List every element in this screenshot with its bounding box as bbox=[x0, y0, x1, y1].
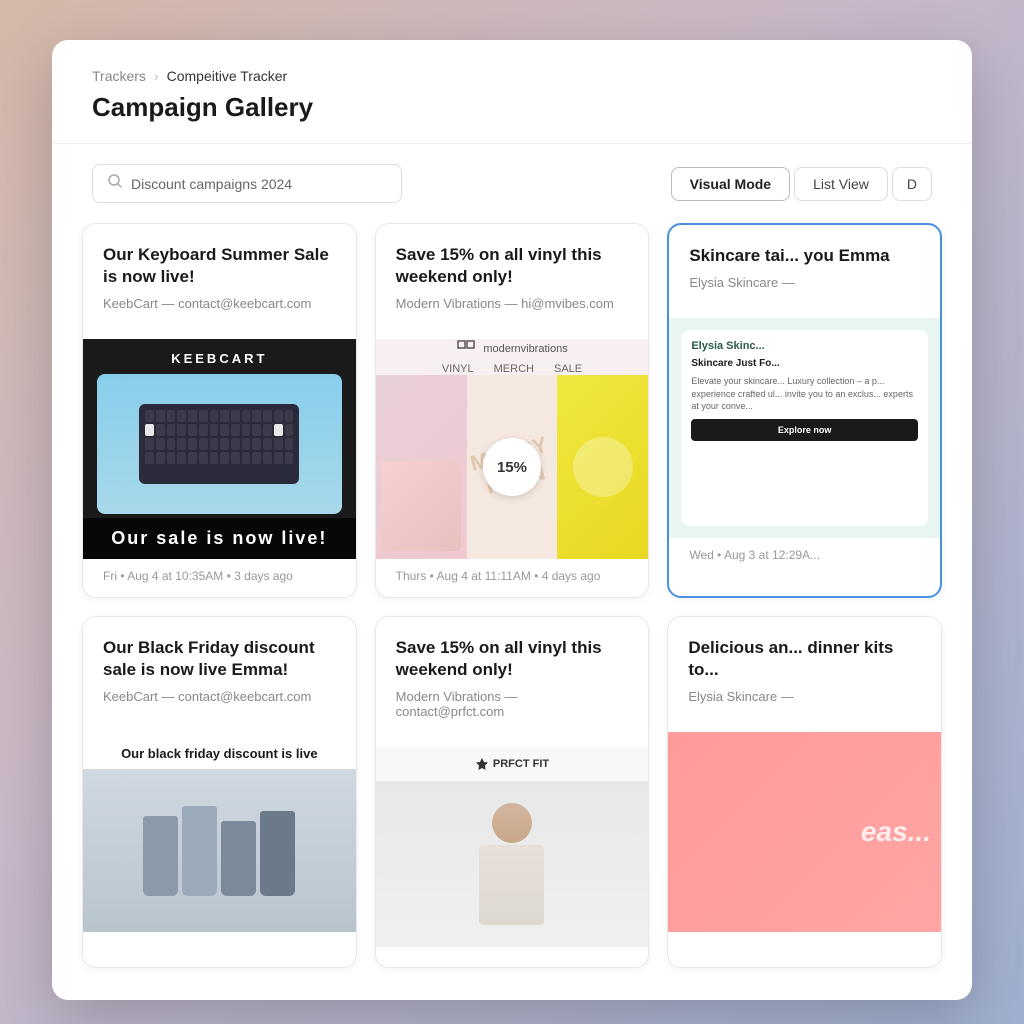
skincare-inner-card: Elysia Skinc... Skincare Just Fo... Elev… bbox=[681, 330, 928, 526]
bf-text-area: Our black friday discount is live bbox=[83, 732, 356, 769]
card-3-image: Elysia Skinc... Skincare Just Fo... Elev… bbox=[669, 318, 940, 538]
visual-mode-button[interactable]: Visual Mode bbox=[671, 167, 790, 201]
skincare-cta[interactable]: Explore now bbox=[691, 419, 918, 441]
card-6-image: eas... bbox=[668, 732, 941, 952]
card-5-sender: Modern Vibrations — contact@prfct.com bbox=[396, 689, 629, 719]
delicious-visual: eas... bbox=[668, 732, 941, 932]
skincare-body: Elevate your skincare... Luxury collecti… bbox=[691, 375, 918, 413]
header: Trackers › Compeitive Tracker Campaign G… bbox=[52, 40, 972, 144]
search-input[interactable] bbox=[131, 176, 387, 192]
breadcrumb: Trackers › Compeitive Tracker bbox=[92, 68, 932, 84]
skincare-brand: Elysia Skinc... bbox=[691, 340, 918, 352]
breadcrumb-current: Compeitive Tracker bbox=[167, 68, 288, 84]
vinyl-nav: VINYLMERCHSALE bbox=[442, 363, 582, 375]
card-2-body: Save 15% on all vinyl this weekend only!… bbox=[376, 224, 649, 339]
search-icon bbox=[107, 173, 123, 194]
card-4-body: Our Black Friday discount sale is now li… bbox=[83, 617, 356, 732]
card-2-image: modernvibrations VINYLMERCHSALE bbox=[376, 339, 649, 559]
card-vinyl-sale[interactable]: Save 15% on all vinyl this weekend only!… bbox=[375, 223, 650, 598]
black-friday-visual: Our black friday discount is live bbox=[83, 732, 356, 932]
mv-logo: modernvibrations bbox=[456, 339, 567, 363]
card-1-image: KEEBCART bbox=[83, 339, 356, 559]
card-2-sender: Modern Vibrations — hi@mvibes.com bbox=[396, 296, 629, 311]
keyboard-inner bbox=[97, 374, 342, 514]
card-2-footer: Thurs • Aug 4 at 11:11AM • 4 days ago bbox=[376, 559, 649, 597]
skincare-headline: Skincare Just Fo... bbox=[691, 358, 918, 369]
card-5-body: Save 15% on all vinyl this weekend only!… bbox=[376, 617, 649, 747]
card-4-title: Our Black Friday discount sale is now li… bbox=[103, 637, 336, 681]
skincare-visual: Elysia Skinc... Skincare Just Fo... Elev… bbox=[669, 318, 940, 538]
extra-view-button[interactable]: D bbox=[892, 167, 932, 201]
keyboard-visual: KEEBCART bbox=[83, 339, 356, 559]
sale-banner: Our sale is now live! bbox=[83, 518, 356, 559]
card-1-sender: KeebCart — contact@keebcart.com bbox=[103, 296, 336, 311]
view-buttons: Visual Mode List View D bbox=[671, 167, 932, 201]
card-6-title: Delicious an... dinner kits to... bbox=[688, 637, 921, 681]
card-6-body: Delicious an... dinner kits to... Elysia… bbox=[668, 617, 941, 732]
prfct-person bbox=[376, 781, 649, 947]
discount-badge: 15% bbox=[483, 438, 541, 496]
card-1-footer: Fri • Aug 4 at 10:35AM • 3 days ago bbox=[83, 559, 356, 597]
card-1-title: Our Keyboard Summer Sale is now live! bbox=[103, 244, 336, 288]
prfct-logo: PRFCT FIT bbox=[465, 747, 559, 781]
list-view-button[interactable]: List View bbox=[794, 167, 888, 201]
card-3-body: Skincare tai... you Emma Elysia Skincare… bbox=[669, 225, 940, 318]
gallery-grid: Our Keyboard Summer Sale is now live! Ke… bbox=[82, 223, 942, 968]
card-4-image: Our black friday discount is live bbox=[83, 732, 356, 952]
card-2-title: Save 15% on all vinyl this weekend only! bbox=[396, 244, 629, 288]
toolbar: Visual Mode List View D bbox=[52, 144, 972, 223]
card-skincare[interactable]: Skincare tai... you Emma Elysia Skincare… bbox=[667, 223, 942, 598]
page-title: Campaign Gallery bbox=[92, 92, 932, 123]
vinyl-visual: modernvibrations VINYLMERCHSALE bbox=[376, 339, 649, 559]
card-5-image: PRFCT FIT bbox=[376, 747, 649, 967]
card-prfct[interactable]: Save 15% on all vinyl this weekend only!… bbox=[375, 616, 650, 968]
card-3-footer: Wed • Aug 3 at 12:29A... bbox=[669, 538, 940, 576]
card-6-sender: Elysia Skincare — bbox=[688, 689, 921, 704]
card-5-title: Save 15% on all vinyl this weekend only! bbox=[396, 637, 629, 681]
card-3-sender: Elysia Skincare — bbox=[689, 275, 920, 290]
vinyl-content: MERRYi CAN 15% bbox=[376, 375, 649, 559]
breadcrumb-parent[interactable]: Trackers bbox=[92, 68, 146, 84]
card-delicious[interactable]: Delicious an... dinner kits to... Elysia… bbox=[667, 616, 942, 968]
search-box[interactable] bbox=[92, 164, 402, 203]
card-1-body: Our Keyboard Summer Sale is now live! Ke… bbox=[83, 224, 356, 339]
card-keyboard-sale[interactable]: Our Keyboard Summer Sale is now live! Ke… bbox=[82, 223, 357, 598]
card-black-friday[interactable]: Our Black Friday discount sale is now li… bbox=[82, 616, 357, 968]
keyboard-shape bbox=[139, 404, 299, 484]
main-window: Trackers › Compeitive Tracker Campaign G… bbox=[52, 40, 972, 1000]
gallery: Our Keyboard Summer Sale is now live! Ke… bbox=[52, 223, 972, 998]
breadcrumb-separator: › bbox=[154, 68, 159, 84]
card-3-title: Skincare tai... you Emma bbox=[689, 245, 920, 267]
bf-clothes bbox=[83, 769, 356, 932]
bf-headline: Our black friday discount is live bbox=[101, 746, 338, 761]
delicious-overlay: eas... bbox=[861, 816, 931, 848]
keebcart-logo: KEEBCART bbox=[171, 339, 267, 374]
card-4-sender: KeebCart — contact@keebcart.com bbox=[103, 689, 336, 704]
prfct-visual: PRFCT FIT bbox=[376, 747, 649, 947]
